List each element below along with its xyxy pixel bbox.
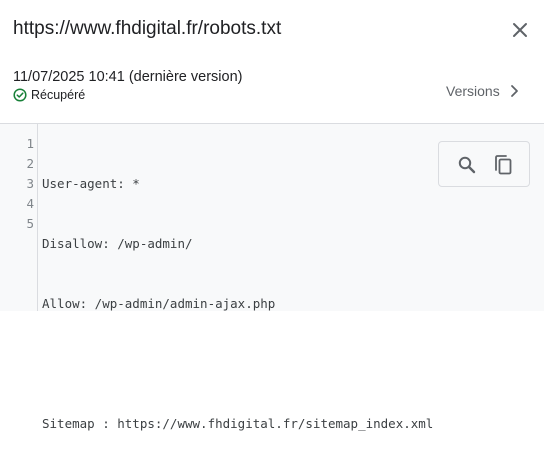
search-icon (458, 156, 476, 174)
line-number: 2 (26, 156, 34, 171)
crawl-date: 11/07/2025 10:41 (dernière version) (13, 69, 243, 85)
versions-label: Versions (446, 83, 500, 99)
versions-button[interactable]: Versions (440, 78, 528, 104)
code-line: Sitemap : https://www.fhdigital.fr/sitem… (42, 416, 434, 431)
line-numbers: 1 2 3 4 5 (0, 134, 34, 234)
line-number: 4 (26, 196, 34, 211)
code-toolbar (438, 141, 530, 187)
dialog-header: https://www.fhdigital.fr/robots.txt 11/0… (0, 0, 544, 124)
search-button[interactable] (455, 153, 479, 177)
page-title: https://www.fhdigital.fr/robots.txt (13, 18, 282, 39)
close-icon (513, 23, 527, 37)
copy-icon (495, 155, 512, 175)
check-circle-icon (13, 88, 27, 102)
code-viewer: 1 2 3 4 5 User-agent: * Disallow: /wp-ad… (0, 124, 544, 431)
line-number: 1 (26, 136, 34, 151)
code-line: Disallow: /wp-admin/ (42, 236, 193, 251)
code-line: User-agent: * (42, 176, 140, 191)
copy-button[interactable] (491, 153, 515, 177)
close-button[interactable] (505, 15, 535, 45)
code-line: Allow: /wp-admin/admin-ajax.php (42, 296, 276, 311)
code-content: User-agent: * Disallow: /wp-admin/ Allow… (42, 134, 433, 474)
chevron-right-icon (510, 85, 518, 97)
line-number-gutter: 1 2 3 4 5 (0, 124, 38, 311)
status-label: Récupéré (31, 88, 86, 102)
line-number: 3 (26, 176, 34, 191)
status-badge: Récupéré (13, 87, 85, 103)
line-number: 5 (26, 216, 34, 231)
